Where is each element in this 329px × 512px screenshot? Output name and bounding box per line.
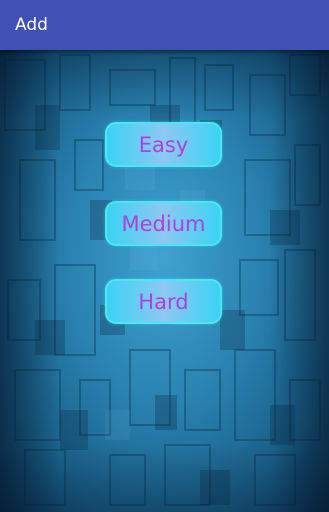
app-screen: Add Easy Medium Hard <box>0 0 329 512</box>
easy-button-label: Easy <box>138 132 189 157</box>
easy-button[interactable]: Easy <box>105 122 222 167</box>
action-bar: Add <box>0 0 329 50</box>
hard-button-label: Hard <box>138 289 189 314</box>
page-title: Add <box>15 15 48 35</box>
hard-button[interactable]: Hard <box>105 279 222 324</box>
medium-button[interactable]: Medium <box>105 201 222 246</box>
medium-button-label: Medium <box>121 211 206 236</box>
